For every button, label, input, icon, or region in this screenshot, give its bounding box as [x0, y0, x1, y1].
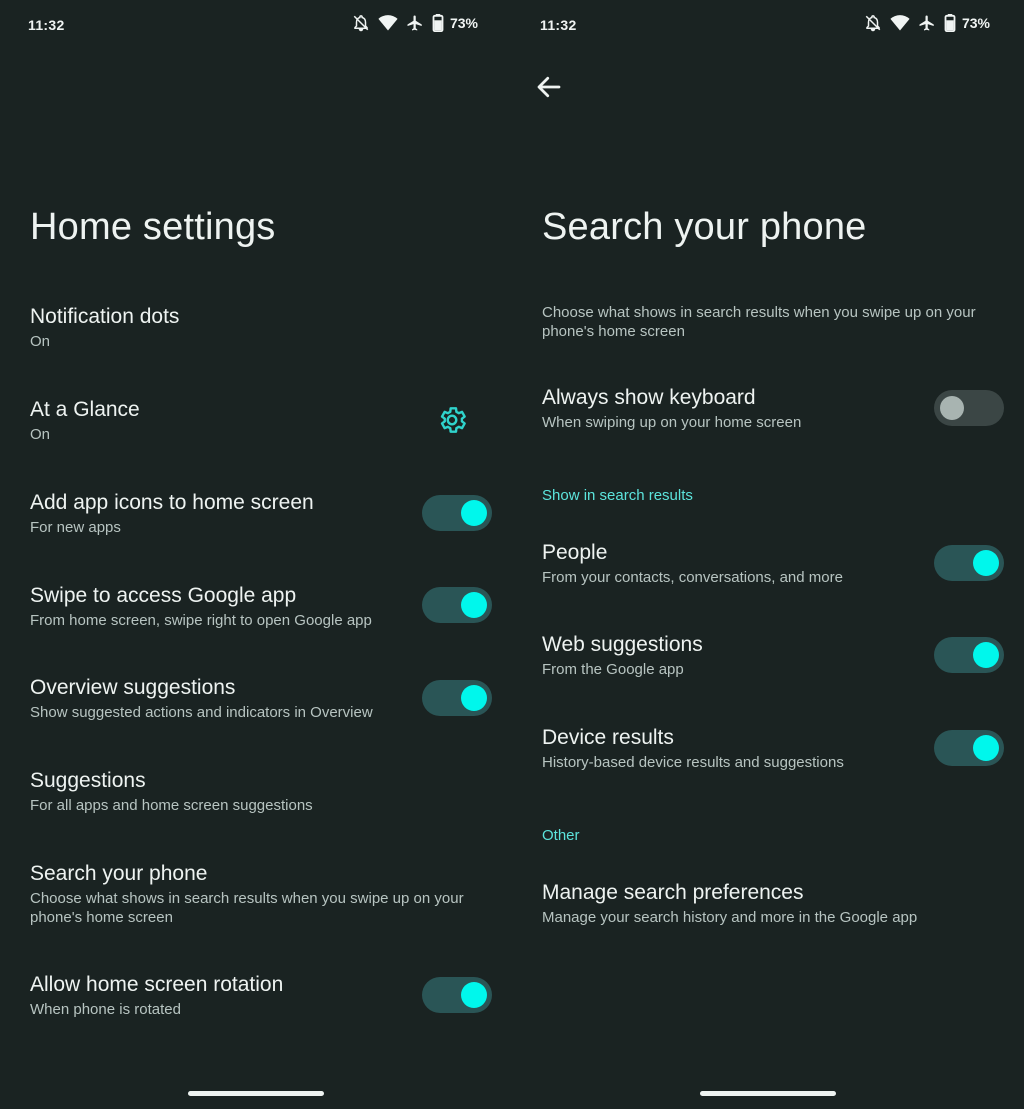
status-icons: 73% [352, 14, 478, 32]
always-show-keyboard-toggle[interactable] [934, 390, 1004, 426]
section-header-show-in-search-results: Show in search results [542, 487, 693, 504]
overview-suggestions-toggle[interactable] [422, 680, 492, 716]
toggle-knob [973, 642, 999, 668]
airplane-icon [919, 15, 934, 31]
device-results-toggle[interactable] [934, 730, 1004, 766]
wifi-icon [378, 15, 398, 31]
notification-dots-item[interactable]: Notification dots On [30, 304, 500, 351]
home-indicator[interactable] [188, 1091, 324, 1096]
item-title: Notification dots [30, 305, 180, 328]
item-subtitle: On [30, 426, 51, 443]
status-time: 11:32 [28, 17, 65, 33]
page-description: Choose what shows in search results when… [542, 304, 976, 340]
notifications-off-icon [353, 15, 369, 32]
add-app-icons-toggle[interactable] [422, 495, 492, 531]
toggle-knob [940, 396, 964, 420]
web-suggestions-toggle[interactable] [934, 637, 1004, 673]
back-arrow-icon[interactable] [534, 72, 564, 102]
search-your-phone-screen: 11:32 73% Search your phone Choose what … [512, 0, 1024, 1109]
airplane-icon [407, 15, 422, 31]
battery-percentage: 73% [961, 15, 990, 31]
battery-icon [432, 14, 444, 32]
toggle-knob [461, 592, 487, 618]
status-icons: 73% [864, 14, 990, 32]
at-a-glance-item[interactable]: At a Glance On [30, 397, 500, 444]
status-bar: 11:32 73% [512, 0, 1024, 52]
item-title: Manage search preferences [542, 881, 804, 904]
item-subtitle: Manage your search history and more in t… [542, 909, 918, 926]
item-title: At a Glance [30, 398, 140, 421]
notifications-off-icon [865, 15, 881, 32]
toggle-knob [461, 500, 487, 526]
status-time: 11:32 [540, 17, 577, 33]
home-screen-rotation-toggle[interactable] [422, 977, 492, 1013]
suggestions-item[interactable]: Suggestions For all apps and home screen… [30, 768, 500, 815]
gear-icon[interactable] [436, 404, 468, 436]
battery-icon [944, 14, 956, 32]
search-your-phone-item[interactable]: Search your phone Choose what shows in s… [30, 861, 485, 927]
toggle-knob [461, 685, 487, 711]
section-header-other: Other [542, 827, 580, 844]
toggle-knob [973, 735, 999, 761]
swipe-google-app-toggle[interactable] [422, 587, 492, 623]
item-title: Search your phone [30, 862, 208, 885]
wifi-icon [890, 15, 910, 31]
battery-percentage: 73% [449, 15, 478, 31]
item-subtitle: On [30, 333, 51, 350]
toggle-knob [461, 982, 487, 1008]
page-title: Search your phone [542, 206, 867, 248]
page-title: Home settings [30, 206, 276, 248]
status-bar: 11:32 73% [0, 0, 512, 52]
item-subtitle: Choose what shows in search results when… [30, 890, 464, 926]
item-title: Suggestions [30, 769, 146, 792]
item-subtitle: For all apps and home screen suggestions [30, 797, 313, 814]
home-indicator[interactable] [700, 1091, 836, 1096]
manage-search-preferences-item[interactable]: Manage search preferences Manage your se… [542, 880, 1012, 927]
home-settings-screen: 11:32 73% Home settings Notification dot… [0, 0, 512, 1109]
people-toggle[interactable] [934, 545, 1004, 581]
toggle-knob [973, 550, 999, 576]
